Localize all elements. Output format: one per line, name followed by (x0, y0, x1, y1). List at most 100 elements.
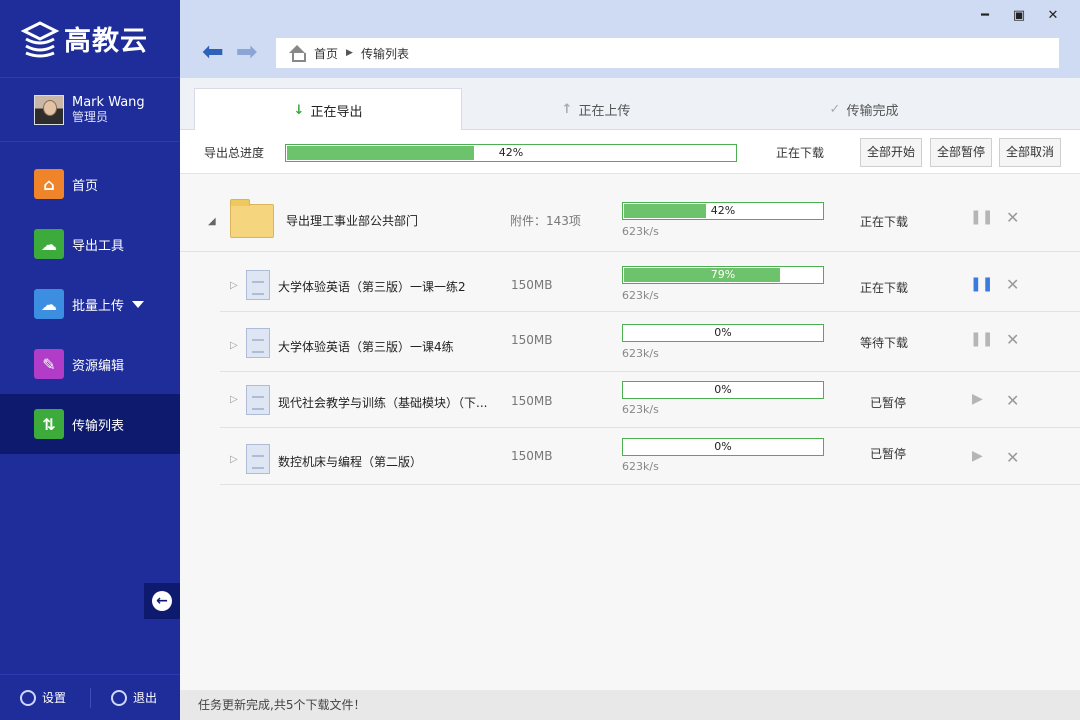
window-controls: ━ ▣ ✕ (968, 6, 1070, 26)
file-size: 150MB (511, 394, 553, 408)
logo-icon (20, 20, 60, 57)
nav-arrows: ⬅ ➡ (202, 39, 270, 65)
close-icon[interactable]: ✕ (1006, 275, 1019, 294)
breadcrumb: 首页 ▶ 传输列表 (276, 38, 1059, 68)
arrow-left-icon: ← (152, 591, 172, 611)
file-name: 数控机床与编程（第二版） (278, 455, 423, 469)
row-progress-bar: 0% (622, 381, 824, 399)
row-progress-bar: 79% (622, 266, 824, 284)
total-status: 正在下载 (776, 146, 825, 160)
check-icon: ✓ (829, 101, 841, 117)
forward-arrow-icon[interactable]: ➡ (236, 39, 258, 65)
sidebar-item-label: 批量上传 (72, 298, 125, 314)
attachment-count: 附件：143项 (510, 214, 581, 228)
table-row[interactable]: ▷ 现代社会教学与训练（基础模块）（下... 150MB 0% 623k/s 已… (220, 372, 1080, 428)
transfer-icon: ⇅ (34, 409, 64, 439)
table-row[interactable]: ◢ 导出理工事业部公共部门 附件：143项 42% 623k/s 正在下载 ❚❚… (180, 174, 1080, 252)
status-bar: 任务更新完成,共5个下载文件！ (180, 690, 1080, 720)
sidebar-item-home[interactable]: ⌂ 首页 (0, 154, 180, 214)
expand-triangle-icon[interactable]: ▷ (230, 454, 238, 465)
user-role: 管理员 (72, 109, 109, 124)
play-icon[interactable]: ▶ (972, 391, 983, 407)
settings-button[interactable]: 设置 (0, 689, 66, 706)
tab-completed[interactable]: ✓ 传输完成 (730, 88, 998, 130)
pause-all-button[interactable]: 全部暂停 (930, 138, 993, 167)
file-name: 大学体验英语（第三版）一课4练 (278, 340, 454, 354)
pause-icon[interactable]: ❚❚ (970, 276, 993, 292)
transfer-speed: 623k/s (622, 347, 659, 360)
back-arrow-icon[interactable]: ⬅ (202, 39, 224, 65)
user-profile[interactable]: Mark Wang 管理员 (0, 78, 180, 142)
progress-text: 0% (714, 440, 732, 453)
row-status: 已暂停 (869, 447, 906, 461)
table-row[interactable]: ▷ 大学体验英语（第三版）一课4练 150MB 0% 623k/s 等待下载 ❚… (220, 312, 1080, 372)
table-row[interactable]: ▷ 数控机床与编程（第二版） 150MB 0% 623k/s 已暂停 ▶ ✕ (220, 428, 1080, 485)
tab-uploading[interactable]: ↑ 正在上传 (462, 88, 730, 130)
sidebar-item-label: 导出工具 (72, 238, 125, 254)
progress-text: 0% (714, 383, 732, 396)
folder-name: 导出理工事业部公共部门 (286, 214, 419, 228)
total-progress-label: 导出总进度 (204, 146, 265, 160)
document-icon (246, 328, 270, 358)
row-status: 正在下载 (859, 215, 908, 229)
close-icon[interactable]: ✕ (1006, 391, 1019, 410)
document-icon (246, 270, 270, 300)
sidebar-footer: 设置 退出 (0, 674, 180, 720)
tab-exporting[interactable]: ↓ 正在导出 (194, 88, 462, 131)
close-icon[interactable]: ✕ (1006, 208, 1019, 227)
row-progress-bar: 0% (622, 324, 824, 342)
file-name: 现代社会教学与训练（基础模块）（下... (278, 396, 488, 410)
home-icon: ⌂ (34, 169, 64, 199)
sidebar-item-transfer-list[interactable]: ⇅ 传输列表 (0, 394, 180, 454)
download-cloud-icon: ☁ (34, 229, 64, 259)
row-progress-bar: 42% (622, 202, 824, 220)
collapse-sidebar-button[interactable]: ← (144, 583, 180, 619)
logout-button[interactable]: 退出 (91, 689, 157, 706)
expand-triangle-icon[interactable]: ▷ (230, 394, 238, 405)
tab-label: 传输完成 (846, 103, 899, 119)
collapse-triangle-icon[interactable]: ◢ (208, 216, 216, 227)
tab-label: 正在导出 (310, 104, 363, 120)
sidebar: 高教云 Mark Wang 管理员 ⌂ 首页 ☁ 导出工具 ☁ 批量上传 ✎ 资… (0, 0, 180, 720)
arrow-up-icon: ↑ (561, 101, 573, 117)
transfer-speed: 623k/s (622, 460, 659, 473)
breadcrumb-separator-icon: ▶ (346, 48, 353, 58)
pause-icon[interactable]: ❚❚ (970, 209, 993, 225)
home-icon[interactable] (288, 45, 306, 62)
cancel-all-button[interactable]: 全部取消 (999, 138, 1062, 167)
expand-triangle-icon[interactable]: ▷ (230, 340, 238, 351)
sidebar-item-resource-edit[interactable]: ✎ 资源编辑 (0, 334, 180, 394)
expand-triangle-icon[interactable]: ▷ (230, 280, 238, 291)
transfer-speed: 623k/s (622, 403, 659, 416)
breadcrumb-home[interactable]: 首页 (314, 45, 338, 62)
power-icon (111, 689, 128, 706)
file-size: 150MB (511, 333, 553, 347)
close-button[interactable]: ✕ (1036, 6, 1070, 26)
transfer-tabs: ↓ 正在导出 ↑ 正在上传 ✓ 传输完成 (180, 78, 1080, 131)
progress-text: 0% (714, 326, 732, 339)
pause-icon[interactable]: ❚❚ (970, 331, 993, 347)
row-status: 已暂停 (869, 396, 906, 410)
maximize-button[interactable]: ▣ (1002, 6, 1036, 26)
total-progress-bar: 42% (285, 144, 737, 162)
export-summary: 导出总进度 42% 正在下载 全部开始 全部暂停 全部取消 (180, 130, 1080, 174)
sidebar-item-batch-upload[interactable]: ☁ 批量上传 (0, 274, 180, 334)
table-row[interactable]: ▷ 大学体验英语（第三版）一课一练2 150MB 79% 623k/s 正在下载… (220, 252, 1080, 312)
logo: 高教云 (0, 0, 180, 78)
logo-text: 高教云 (64, 26, 148, 57)
sidebar-item-label: 传输列表 (72, 418, 125, 434)
chevron-down-icon (132, 300, 145, 308)
play-icon[interactable]: ▶ (972, 448, 983, 464)
upload-cloud-icon: ☁ (34, 289, 64, 319)
file-name: 大学体验英语（第三版）一课一练2 (278, 280, 466, 294)
breadcrumb-current: 传输列表 (360, 46, 409, 61)
close-icon[interactable]: ✕ (1006, 448, 1019, 467)
document-icon (246, 385, 270, 415)
sidebar-item-export-tool[interactable]: ☁ 导出工具 (0, 214, 180, 274)
document-icon (246, 444, 270, 474)
logout-label: 退出 (133, 691, 158, 705)
start-all-button[interactable]: 全部开始 (860, 138, 923, 167)
folder-icon (230, 199, 274, 238)
minimize-button[interactable]: ━ (968, 6, 1002, 26)
close-icon[interactable]: ✕ (1006, 330, 1019, 349)
